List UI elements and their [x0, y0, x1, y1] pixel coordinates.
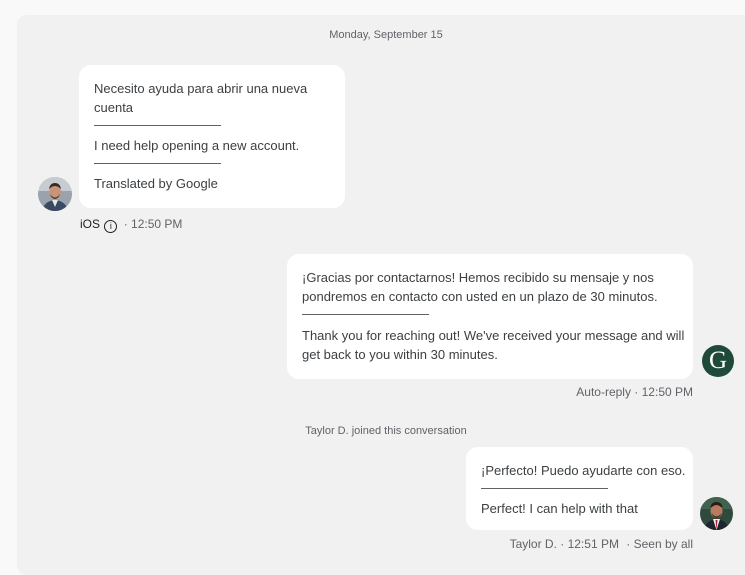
agent-message-meta: Taylor D. · 12:51 PM · Seen by all — [450, 537, 693, 551]
customer-avatar[interactable] — [38, 177, 72, 211]
platform-label: iOS — [80, 217, 101, 231]
agent-avatar[interactable] — [700, 497, 733, 530]
message-time: · 12:50 PM — [123, 217, 183, 231]
info-icon[interactable]: i — [104, 220, 118, 233]
message-time: Taylor D. · 12:51 PM — [509, 537, 619, 551]
auto-reply-meta: Auto-reply · 12:50 PM — [576, 385, 693, 399]
translation-divider — [302, 314, 429, 315]
translation-divider — [94, 163, 221, 164]
message-original-text: ¡Perfecto! Puedo ayudarte con eso. — [481, 463, 686, 478]
message-original-text: Necesito ayuda para abrir una nueva cuen… — [94, 81, 308, 115]
bot-avatar-letter: G — [708, 347, 728, 374]
translation-divider — [481, 488, 608, 489]
customer-message-bubble: Necesito ayuda para abrir una nueva cuen… — [79, 65, 345, 208]
system-message: Taylor D. joined this conversation — [305, 425, 467, 437]
seen-status: · Seen by all — [626, 537, 693, 551]
message-translated-text: I need help opening a new account. — [94, 138, 300, 153]
translated-by-label: Translated by Google — [94, 176, 218, 191]
message-translated-text: Thank you for reaching out! We've receiv… — [302, 328, 685, 362]
date-separator: Monday, September 15 — [329, 29, 443, 41]
message-translated-text: Perfect! I can help with that — [481, 501, 638, 516]
message-original-text: ¡Gracias por contactarnos! Hemos recibid… — [302, 270, 658, 304]
message-meta: iOS i · 12:50 PM — [80, 217, 182, 233]
bot-avatar[interactable]: G — [702, 345, 734, 377]
auto-reply-bubble: ¡Gracias por contactarnos! Hemos recibid… — [287, 254, 693, 379]
translation-divider — [94, 125, 221, 126]
agent-message-bubble: ¡Perfecto! Puedo ayudarte con eso. Perfe… — [466, 447, 693, 530]
